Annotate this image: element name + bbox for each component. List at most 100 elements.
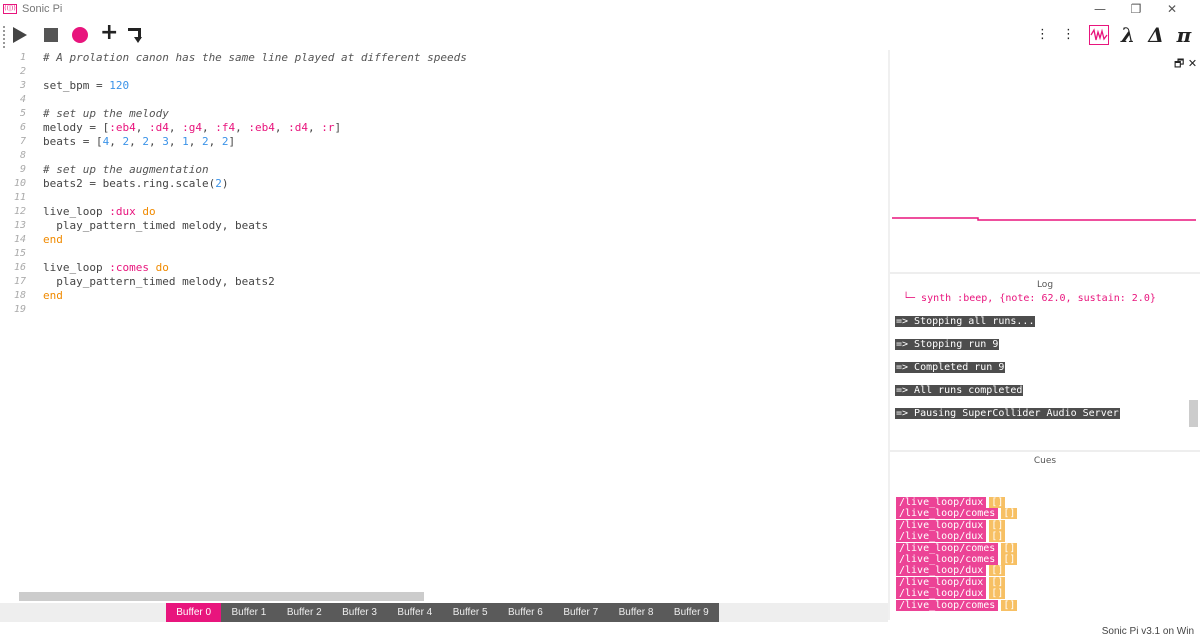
code-line[interactable]: play_pattern_timed melody, beats bbox=[43, 219, 268, 233]
code-token: 120 bbox=[109, 79, 130, 92]
log-entry-text: => Stopping run 9 bbox=[895, 339, 1000, 350]
editor-horizontal-scrollbar[interactable] bbox=[19, 592, 424, 601]
buffer-tab-1[interactable]: Buffer 1 bbox=[221, 603, 276, 622]
log-title: Log bbox=[1036, 280, 1054, 290]
scope-waveform bbox=[892, 217, 1196, 221]
code-line[interactable]: live_loop :dux do bbox=[43, 205, 156, 219]
code-token: do bbox=[155, 261, 169, 274]
code-token: end bbox=[43, 289, 63, 302]
cue-value: [] bbox=[1001, 508, 1018, 520]
code-line[interactable]: end bbox=[43, 289, 63, 303]
cue-item: /live_loop/comes[] bbox=[896, 554, 1018, 565]
code-line[interactable]: play_pattern_timed melody, beats2 bbox=[43, 275, 275, 289]
code-line[interactable]: beats2 = beats.ring.scale(2) bbox=[43, 177, 228, 191]
info-button[interactable]: ⋮ bbox=[1036, 24, 1049, 46]
scope-float-close-icons[interactable]: 🗗 ✕ bbox=[1174, 55, 1197, 74]
step-out-arrow-icon bbox=[134, 37, 142, 43]
buffer-tab-3[interactable]: Buffer 3 bbox=[332, 603, 387, 622]
code-token: , bbox=[129, 135, 143, 148]
cue-path: /live_loop/dux bbox=[896, 519, 987, 531]
record-button[interactable] bbox=[72, 27, 88, 43]
scope-icon bbox=[1090, 28, 1108, 41]
cue-value: [] bbox=[1001, 542, 1018, 554]
code-token: , bbox=[274, 121, 289, 134]
log-entry: => Stopping run 9 bbox=[895, 339, 1000, 351]
code-line[interactable]: set_bpm = 120 bbox=[43, 79, 129, 93]
stop-button[interactable] bbox=[44, 28, 58, 42]
title-bar bbox=[0, 0, 1200, 20]
code-token: :d4 bbox=[288, 121, 308, 134]
log-entry-text: => Pausing SuperCollider Audio Server bbox=[895, 408, 1120, 419]
cue-path: /live_loop/comes bbox=[896, 542, 999, 554]
buffer-tab-2[interactable]: Buffer 2 bbox=[277, 603, 332, 622]
code-token: set_bpm = bbox=[43, 79, 110, 92]
prefs-button[interactable]: ⋮ bbox=[1062, 24, 1075, 46]
scope-toggle-button[interactable] bbox=[1089, 25, 1109, 45]
code-token: , bbox=[109, 135, 123, 148]
cues-title: Cues bbox=[1033, 456, 1057, 466]
toolbar-grip[interactable] bbox=[3, 26, 7, 48]
cue-value: [] bbox=[1001, 554, 1018, 565]
log-entry: => All runs completed bbox=[895, 385, 1024, 397]
code-token: :f4 bbox=[215, 121, 236, 134]
code-token: , bbox=[135, 121, 149, 134]
cue-value: [] bbox=[989, 576, 1006, 588]
buffer-tab-0[interactable]: Buffer 0 bbox=[166, 603, 222, 622]
code-line[interactable]: # set up the augmentation bbox=[43, 163, 209, 177]
cue-item: /live_loop/comes[] bbox=[896, 508, 1018, 520]
code-line[interactable]: # A prolation canon has the same line pl… bbox=[43, 51, 467, 65]
code-line[interactable]: live_loop :comes do bbox=[43, 261, 169, 275]
run-button[interactable] bbox=[13, 27, 27, 43]
restore-button[interactable]: ❐ bbox=[1118, 0, 1154, 20]
version-label: Sonic Pi v3.1 on Win bbox=[1101, 626, 1194, 637]
code-token: , bbox=[148, 135, 163, 148]
code-line[interactable]: beats = [4, 2, 2, 3, 1, 2, 2] bbox=[43, 135, 235, 149]
cue-item: /live_loop/dux[] bbox=[896, 588, 1006, 600]
code-token: , bbox=[208, 135, 222, 148]
pi-button[interactable]: π bbox=[1174, 24, 1194, 46]
code-token: play_pattern_timed melody, beats bbox=[43, 219, 269, 232]
code-token: :g4 bbox=[182, 121, 202, 134]
buffer-tab-9[interactable]: Buffer 9 bbox=[664, 603, 719, 622]
code-token: ] bbox=[334, 121, 342, 134]
new-icon[interactable]: + bbox=[100, 22, 118, 44]
minimize-button[interactable]: — bbox=[1082, 0, 1118, 20]
code-token: do bbox=[142, 205, 156, 218]
code-line[interactable]: # set up the melody bbox=[43, 107, 169, 121]
cue-item: /live_loop/dux[] bbox=[896, 519, 1006, 531]
log-entry: => Stopping all runs... bbox=[895, 316, 1036, 328]
log-scrollbar[interactable] bbox=[1189, 400, 1198, 427]
code-token: 3 bbox=[162, 135, 169, 148]
buffer-tab-5[interactable]: Buffer 5 bbox=[443, 603, 498, 622]
lambda-button[interactable]: λ bbox=[1118, 24, 1138, 46]
code-area[interactable]: # A prolation canon has the same line pl… bbox=[0, 50, 888, 350]
buffer-tab-7[interactable]: Buffer 7 bbox=[553, 603, 608, 622]
close-window-button[interactable]: ✕ bbox=[1154, 0, 1190, 20]
code-token: # set up the augmentation bbox=[43, 163, 209, 176]
code-token: , bbox=[168, 135, 183, 148]
code-line[interactable]: end bbox=[43, 233, 63, 247]
code-token: ) bbox=[221, 177, 229, 190]
code-token: 2 bbox=[201, 135, 209, 148]
code-line[interactable]: melody = [:eb4, :d4, :g4, :f4, :eb4, :d4… bbox=[43, 121, 341, 135]
cue-item: /live_loop/dux[] bbox=[896, 531, 1006, 543]
cue-path: /live_loop/dux bbox=[896, 565, 987, 577]
buffer-tab-4[interactable]: Buffer 4 bbox=[387, 603, 442, 622]
code-token: beats = [ bbox=[43, 135, 103, 148]
code-token: , bbox=[307, 121, 322, 134]
code-token: :eb4 bbox=[109, 121, 136, 134]
code-token: live_loop bbox=[43, 261, 110, 274]
delta-button[interactable]: Δ bbox=[1146, 24, 1166, 46]
cue-item: /live_loop/comes[] bbox=[896, 599, 1018, 611]
cue-value: [] bbox=[989, 565, 1006, 577]
cue-path: /live_loop/comes bbox=[896, 599, 999, 611]
cue-path: /live_loop/dux bbox=[896, 576, 987, 588]
code-token: , bbox=[188, 135, 202, 148]
buffer-tab-6[interactable]: Buffer 6 bbox=[498, 603, 553, 622]
cue-value: [] bbox=[989, 519, 1006, 531]
buffer-tab-8[interactable]: Buffer 8 bbox=[608, 603, 663, 622]
code-token: :r bbox=[321, 121, 335, 134]
cue-item: /live_loop/dux[] bbox=[896, 497, 1006, 508]
code-token: play_pattern_timed melody, beats2 bbox=[43, 275, 275, 288]
cue-path: /live_loop/comes bbox=[896, 508, 999, 520]
